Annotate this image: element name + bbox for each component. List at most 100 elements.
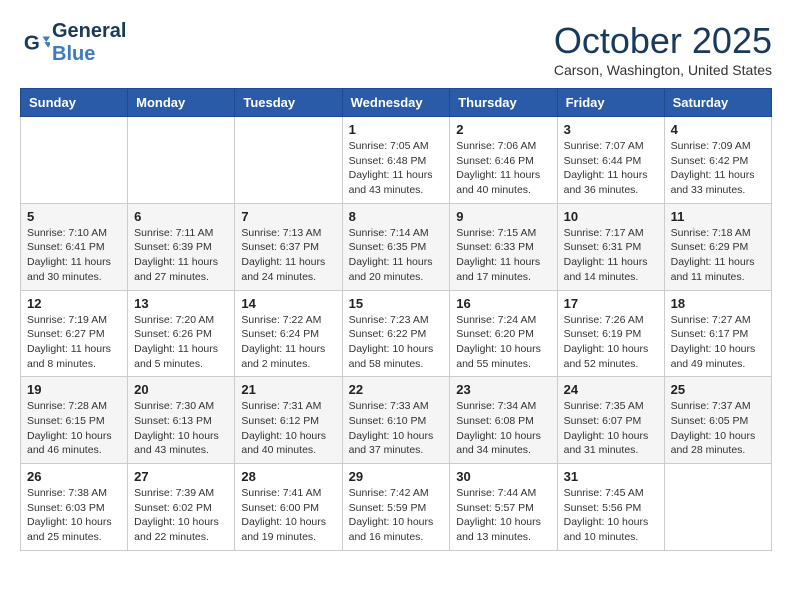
- day-number: 18: [671, 296, 765, 311]
- calendar-cell: 31 Sunrise: 7:45 AM Sunset: 5:56 PM Dayli…: [557, 464, 664, 551]
- day-number: 7: [241, 209, 335, 224]
- day-number: 17: [564, 296, 658, 311]
- day-number: 19: [27, 382, 121, 397]
- svg-text:G: G: [24, 32, 40, 55]
- logo-blue: Blue: [52, 43, 126, 66]
- day-info: Sunrise: 7:34 AM Sunset: 6:08 PM Dayligh…: [456, 399, 550, 458]
- day-info: Sunrise: 7:24 AM Sunset: 6:20 PM Dayligh…: [456, 313, 550, 372]
- week-row-4: 19 Sunrise: 7:28 AM Sunset: 6:15 PM Dayli…: [21, 377, 772, 464]
- day-info: Sunrise: 7:39 AM Sunset: 6:02 PM Dayligh…: [134, 486, 228, 545]
- logo-general: General: [52, 20, 126, 43]
- day-header-tuesday: Tuesday: [235, 89, 342, 117]
- logo-icon: G: [22, 29, 50, 57]
- day-info: Sunrise: 7:30 AM Sunset: 6:13 PM Dayligh…: [134, 399, 228, 458]
- day-number: 6: [134, 209, 228, 224]
- day-info: Sunrise: 7:35 AM Sunset: 6:07 PM Dayligh…: [564, 399, 658, 458]
- calendar-cell: 7 Sunrise: 7:13 AM Sunset: 6:37 PM Daylig…: [235, 203, 342, 290]
- calendar-cell: 28 Sunrise: 7:41 AM Sunset: 6:00 PM Dayli…: [235, 464, 342, 551]
- calendar-cell: 24 Sunrise: 7:35 AM Sunset: 6:07 PM Dayli…: [557, 377, 664, 464]
- day-info: Sunrise: 7:14 AM Sunset: 6:35 PM Dayligh…: [349, 226, 444, 285]
- day-number: 31: [564, 469, 658, 484]
- calendar-cell: 15 Sunrise: 7:23 AM Sunset: 6:22 PM Dayli…: [342, 290, 450, 377]
- day-info: Sunrise: 7:45 AM Sunset: 5:56 PM Dayligh…: [564, 486, 658, 545]
- day-info: Sunrise: 7:28 AM Sunset: 6:15 PM Dayligh…: [27, 399, 121, 458]
- day-header-sunday: Sunday: [21, 89, 128, 117]
- calendar-cell: 22Sunrise: 7:33 AM Sunset: 6:10 PM Dayli…: [342, 377, 450, 464]
- day-info: Sunrise: 7:13 AM Sunset: 6:37 PM Dayligh…: [241, 226, 335, 285]
- calendar-cell: 16 Sunrise: 7:24 AM Sunset: 6:20 PM Dayli…: [450, 290, 557, 377]
- calendar-cell: [235, 117, 342, 204]
- day-number: 22: [349, 382, 444, 397]
- day-number: 16: [456, 296, 550, 311]
- calendar-cell: 1 Sunrise: 7:05 AM Sunset: 6:48 PM Daylig…: [342, 117, 450, 204]
- day-number: 2: [456, 122, 550, 137]
- calendar-cell: 26Sunrise: 7:38 AM Sunset: 6:03 PM Dayli…: [21, 464, 128, 551]
- calendar-cell: [21, 117, 128, 204]
- day-number: 23: [456, 382, 550, 397]
- day-number: 5: [27, 209, 121, 224]
- week-row-3: 12Sunrise: 7:19 AM Sunset: 6:27 PM Dayli…: [21, 290, 772, 377]
- day-number: 13: [134, 296, 228, 311]
- calendar-cell: [664, 464, 771, 551]
- day-number: 29: [349, 469, 444, 484]
- calendar-cell: 18 Sunrise: 7:27 AM Sunset: 6:17 PM Dayli…: [664, 290, 771, 377]
- day-info: Sunrise: 7:42 AM Sunset: 5:59 PM Dayligh…: [349, 486, 444, 545]
- day-info: Sunrise: 7:07 AM Sunset: 6:44 PM Dayligh…: [564, 139, 658, 198]
- calendar-cell: 19 Sunrise: 7:28 AM Sunset: 6:15 PM Dayli…: [21, 377, 128, 464]
- calendar-cell: [128, 117, 235, 204]
- logo: G General Blue: [20, 20, 126, 66]
- day-info: Sunrise: 7:10 AM Sunset: 6:41 PM Dayligh…: [27, 226, 121, 285]
- day-number: 25: [671, 382, 765, 397]
- day-info: Sunrise: 7:41 AM Sunset: 6:00 PM Dayligh…: [241, 486, 335, 545]
- day-info: Sunrise: 7:20 AM Sunset: 6:26 PM Dayligh…: [134, 313, 228, 372]
- day-info: Sunrise: 7:18 AM Sunset: 6:29 PM Dayligh…: [671, 226, 765, 285]
- calendar-cell: 6 Sunrise: 7:11 AM Sunset: 6:39 PM Daylig…: [128, 203, 235, 290]
- day-header-wednesday: Wednesday: [342, 89, 450, 117]
- calendar-table: SundayMondayTuesdayWednesdayThursdayFrid…: [20, 88, 772, 551]
- week-row-5: 26Sunrise: 7:38 AM Sunset: 6:03 PM Dayli…: [21, 464, 772, 551]
- day-number: 1: [349, 122, 444, 137]
- calendar-cell: 27 Sunrise: 7:39 AM Sunset: 6:02 PM Dayli…: [128, 464, 235, 551]
- calendar-cell: 17Sunrise: 7:26 AM Sunset: 6:19 PM Dayli…: [557, 290, 664, 377]
- day-info: Sunrise: 7:22 AM Sunset: 6:24 PM Dayligh…: [241, 313, 335, 372]
- day-number: 14: [241, 296, 335, 311]
- week-row-1: 1 Sunrise: 7:05 AM Sunset: 6:48 PM Daylig…: [21, 117, 772, 204]
- day-info: Sunrise: 7:05 AM Sunset: 6:48 PM Dayligh…: [349, 139, 444, 198]
- calendar-cell: 23 Sunrise: 7:34 AM Sunset: 6:08 PM Dayli…: [450, 377, 557, 464]
- day-number: 28: [241, 469, 335, 484]
- header-row: SundayMondayTuesdayWednesdayThursdayFrid…: [21, 89, 772, 117]
- day-header-monday: Monday: [128, 89, 235, 117]
- day-info: Sunrise: 7:37 AM Sunset: 6:05 PM Dayligh…: [671, 399, 765, 458]
- day-info: Sunrise: 7:15 AM Sunset: 6:33 PM Dayligh…: [456, 226, 550, 285]
- calendar-cell: 3 Sunrise: 7:07 AM Sunset: 6:44 PM Daylig…: [557, 117, 664, 204]
- calendar-cell: 30Sunrise: 7:44 AM Sunset: 5:57 PM Dayli…: [450, 464, 557, 551]
- day-info: Sunrise: 7:06 AM Sunset: 6:46 PM Dayligh…: [456, 139, 550, 198]
- day-info: Sunrise: 7:17 AM Sunset: 6:31 PM Dayligh…: [564, 226, 658, 285]
- day-info: Sunrise: 7:19 AM Sunset: 6:27 PM Dayligh…: [27, 313, 121, 372]
- day-info: Sunrise: 7:11 AM Sunset: 6:39 PM Dayligh…: [134, 226, 228, 285]
- day-header-friday: Friday: [557, 89, 664, 117]
- day-info: Sunrise: 7:38 AM Sunset: 6:03 PM Dayligh…: [27, 486, 121, 545]
- calendar-cell: 4Sunrise: 7:09 AM Sunset: 6:42 PM Daylig…: [664, 117, 771, 204]
- day-info: Sunrise: 7:27 AM Sunset: 6:17 PM Dayligh…: [671, 313, 765, 372]
- day-number: 3: [564, 122, 658, 137]
- day-number: 24: [564, 382, 658, 397]
- day-number: 8: [349, 209, 444, 224]
- calendar-cell: 21Sunrise: 7:31 AM Sunset: 6:12 PM Dayli…: [235, 377, 342, 464]
- day-number: 27: [134, 469, 228, 484]
- calendar-cell: 11Sunrise: 7:18 AM Sunset: 6:29 PM Dayli…: [664, 203, 771, 290]
- calendar-cell: 10Sunrise: 7:17 AM Sunset: 6:31 PM Dayli…: [557, 203, 664, 290]
- calendar-cell: 14 Sunrise: 7:22 AM Sunset: 6:24 PM Dayli…: [235, 290, 342, 377]
- location: Carson, Washington, United States: [554, 62, 772, 78]
- week-row-2: 5 Sunrise: 7:10 AM Sunset: 6:41 PM Daylig…: [21, 203, 772, 290]
- calendar-cell: 5 Sunrise: 7:10 AM Sunset: 6:41 PM Daylig…: [21, 203, 128, 290]
- day-info: Sunrise: 7:31 AM Sunset: 6:12 PM Dayligh…: [241, 399, 335, 458]
- title-block: October 2025 Carson, Washington, United …: [554, 20, 772, 78]
- calendar-cell: 12Sunrise: 7:19 AM Sunset: 6:27 PM Dayli…: [21, 290, 128, 377]
- day-info: Sunrise: 7:23 AM Sunset: 6:22 PM Dayligh…: [349, 313, 444, 372]
- page-header: G General Blue October 2025 Carson, Wash…: [20, 20, 772, 78]
- calendar-cell: 9Sunrise: 7:15 AM Sunset: 6:33 PM Daylig…: [450, 203, 557, 290]
- day-number: 4: [671, 122, 765, 137]
- day-info: Sunrise: 7:44 AM Sunset: 5:57 PM Dayligh…: [456, 486, 550, 545]
- day-number: 15: [349, 296, 444, 311]
